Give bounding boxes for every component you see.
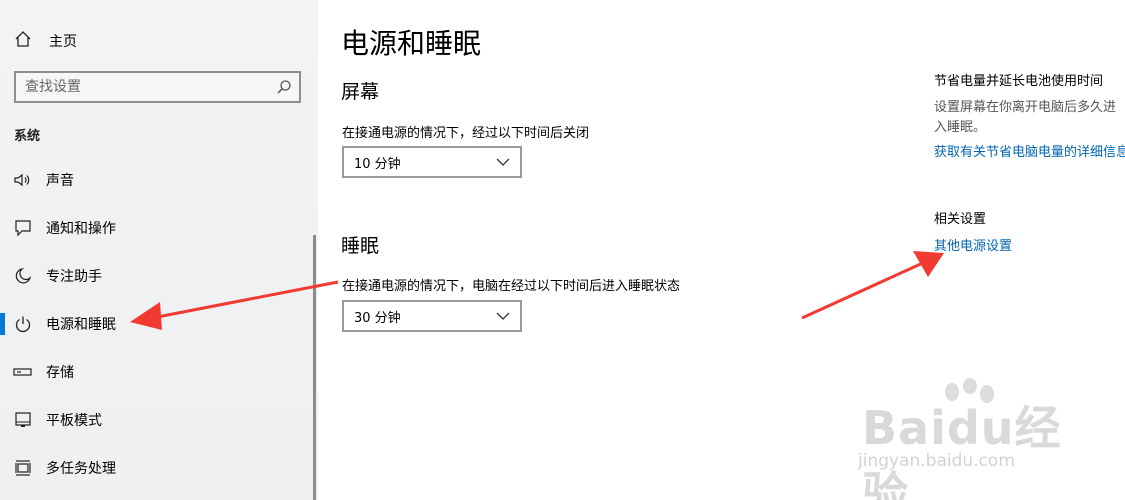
sidebar-item-label: 多任务处理 (46, 461, 116, 477)
screen-description: 在接通电源的情况下，经过以下时间后关闭 (342, 126, 590, 141)
sidebar-item-notifications[interactable]: 通知和操作 (0, 208, 312, 248)
sidebar-item-label: 存储 (46, 365, 74, 381)
baidu-watermark: Baidu经验 jingyan.baidu.com (858, 378, 1068, 500)
sidebar-item-power-sleep[interactable]: 电源和睡眠 (0, 304, 312, 344)
sleep-description: 在接通电源的情况下，电脑在经过以下时间后进入睡眠状态 (342, 279, 681, 294)
save-power-description: 设置屏幕在你离开电脑后多久进入睡眠。 (934, 100, 1117, 135)
power-icon (13, 314, 33, 334)
sleep-heading: 睡眠 (341, 235, 380, 257)
page-title: 电源和睡眠 (341, 27, 482, 60)
multitask-icon (13, 458, 33, 478)
sidebar-item-sound[interactable]: 声音 (0, 160, 312, 200)
other-power-settings-link[interactable]: 其他电源设置 (934, 235, 1012, 254)
save-power-link[interactable]: 获取有关节省电脑电量的详细信息 (934, 141, 1125, 160)
sidebar-item-tablet-mode[interactable]: 平板模式 (0, 400, 312, 440)
save-power-title: 节省电量并延长电池使用时间 (934, 74, 1104, 89)
sidebar-item-label: 声音 (46, 173, 74, 189)
related-settings-title: 相关设置 (934, 212, 987, 227)
sidebar-item-storage[interactable]: 存储 (0, 352, 312, 392)
chevron-down-icon (495, 308, 511, 328)
arrow-to-other-power-settings (801, 251, 944, 320)
tablet-icon (13, 410, 33, 430)
home-label: 主页 (49, 34, 77, 50)
home-icon (14, 30, 32, 52)
screen-timeout-value: 10 分钟 (354, 156, 401, 172)
search-box[interactable] (14, 71, 301, 103)
watermark-logo: Baidu经验 (862, 401, 1062, 500)
sidebar: 主页 系统 声音 通知和操作 专注助手 电源和睡眠 存储 (0, 0, 318, 500)
screen-heading: 屏幕 (341, 81, 380, 103)
storage-icon (13, 362, 33, 382)
chevron-down-icon (495, 154, 511, 174)
section-title: 系统 (14, 129, 41, 144)
sidebar-item-focus-assist[interactable]: 专注助手 (0, 256, 312, 296)
sidebar-item-multitasking[interactable]: 多任务处理 (0, 448, 312, 488)
sleep-timeout-dropdown[interactable]: 30 分钟 (342, 300, 522, 332)
sleep-timeout-value: 30 分钟 (354, 310, 401, 326)
sidebar-item-label: 专注助手 (46, 269, 102, 285)
sidebar-item-label: 通知和操作 (46, 221, 116, 237)
search-icon[interactable] (269, 73, 299, 101)
message-icon (13, 218, 33, 238)
search-input[interactable] (16, 73, 269, 101)
watermark-url: jingyan.baidu.com (858, 451, 1015, 471)
sidebar-scrollbar[interactable] (313, 235, 316, 500)
sidebar-item-label: 电源和睡眠 (46, 317, 116, 333)
screen-timeout-dropdown[interactable]: 10 分钟 (342, 146, 522, 178)
nav-home[interactable]: 主页 (14, 28, 304, 54)
sidebar-item-label: 平板模式 (46, 413, 102, 429)
moon-icon (13, 266, 33, 286)
speaker-icon (13, 170, 33, 190)
